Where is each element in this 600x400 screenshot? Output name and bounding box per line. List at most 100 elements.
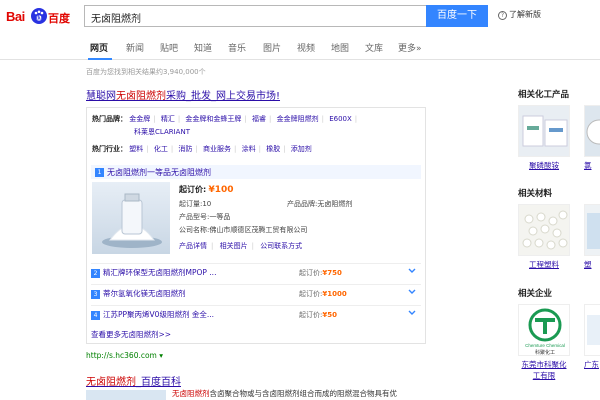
result-title-hc360[interactable]: 慧聪网无卤阻燃剂采购_批发_网上交易市场! [86,87,280,102]
result-url-text: http://s.hc360.com [86,351,157,360]
news-link-label: 了解新版 [509,10,541,19]
brand-link[interactable]: 科莱恩CLARIANT [134,128,190,136]
brand-link[interactable]: 福睿 [252,115,266,123]
product-model: 产品型号:一等品 [179,213,231,221]
industry-link[interactable]: 橡胶 [266,145,280,153]
tab-zhidao[interactable]: 知道 [194,41,212,54]
result-card-hc360: 热门品牌： 金金牌 | 精汇 | 金金牌和金蜂王牌 | 福睿 | 金金牌阻燃剂 | E60… [86,107,426,344]
nav-tabs: 网页 新闻 贴吧 知道 音乐 图片 视频 地图 文库 更多» [0,34,600,60]
powder-bottle-illustration [102,193,162,248]
industry-link[interactable]: 涂料 [242,145,256,153]
title-post: _百度百科 [136,377,181,388]
product-thumbnail [584,204,600,256]
title-post: 采购_批发_网上交易市场! [166,91,281,102]
featured-links: 产品详情 | 相关图片 | 公司联系方式 [179,242,303,250]
product-thumbnail [518,204,570,256]
search-input[interactable]: 无卤阻燃剂 [84,5,426,27]
list-price-label: 起订价: [299,311,323,319]
sidebar-heading-companies: 相关企业 [518,289,553,299]
tab-tieba[interactable]: 贴吧 [160,41,178,54]
sidebar-card[interactable]: 聚磷酸铵 [518,105,570,171]
help-icon: ? [498,11,507,20]
price-value: ¥100 [208,185,234,195]
product-detail-link[interactable]: 产品详情 [179,242,207,250]
list-price: ¥750 [322,269,342,277]
sidebar-card-caption: 塑 [584,260,592,269]
sidebar-card[interactable]: Chemture Chemical 科聚化工 东莞市科聚化工有限 [518,304,570,381]
company-contact-link[interactable]: 公司联系方式 [260,242,302,250]
company-logo: Chemture Chemical 科聚化工 [518,304,570,356]
sidebar-card-caption: 氯 [584,161,592,170]
company-name: 公司名称:佛山市顺德区茂腾工贸有限公司 [179,226,308,234]
sidebar-card[interactable]: 塑 [584,204,600,270]
tab-web[interactable]: 网页 [90,41,108,54]
result-url[interactable]: http://s.hc360.com ▾ [86,351,163,360]
featured-product-title[interactable]: 1 无卤阻燃剂一等品无卤阻燃剂 [95,167,211,178]
sidebar-card[interactable]: 广东 [584,304,600,370]
hot-brands-label: 热门品牌： [92,115,127,123]
list-item[interactable]: 4 江苏PP聚丙烯V0级阻燃剂 金全... 起订价:¥50 [91,305,421,321]
hot-brands-row-2: 科莱恩CLARIANT [134,127,190,137]
list-item[interactable]: 2 精汇牌环保型无卤阻燃剂MPOP ... 起订价:¥750 [91,263,421,279]
sidebar-card-caption: 东莞市科聚化工有限 [521,360,567,380]
rank-badge: 3 [91,289,100,299]
logo-text-cn: 百度 [48,12,70,25]
sidebar-card-caption: 广东 [584,360,599,369]
sidebar-card[interactable]: 工程塑料 [518,204,570,270]
active-tab-indicator [88,58,112,60]
tab-map[interactable]: 地图 [331,41,349,54]
result-title-baike[interactable]: 无卤阻燃剂_百度百科 [86,373,181,388]
list-price: ¥50 [322,311,337,319]
featured-title-text: 无卤阻燃剂一等品无卤阻燃剂 [107,168,211,177]
logo-text: Chemture Chemical [525,343,565,348]
list-item[interactable]: 3 蒂尔氢氧化镁无卤阻燃剂 起订价:¥1000 [91,284,421,300]
learn-new-version-link[interactable]: ? 了解新版 [498,9,541,20]
industry-link[interactable]: 添加剂 [291,145,312,153]
list-item-name: 蒂尔氢氧化镁无卤阻燃剂 [103,289,186,298]
header: Bai du 百度 无卤阻燃剂 百度一下 ? 了解新版 [0,0,600,34]
view-more-link[interactable]: 查看更多无卤阻燃剂>> [91,329,171,340]
tab-images[interactable]: 图片 [263,41,281,54]
rank-badge: 2 [91,268,100,278]
tab-music[interactable]: 音乐 [228,41,246,54]
brand-link[interactable]: E600X [329,115,352,123]
related-images-link[interactable]: 相关图片 [220,242,248,250]
baike-thumbnail[interactable] [86,390,166,400]
title-keyword: 无卤阻燃剂 [86,377,136,388]
featured-product-bar: 1 无卤阻燃剂一等品无卤阻燃剂 [91,165,421,179]
result-count: 百度为您找到相关结果约3,940,000个 [86,68,206,76]
list-price-label: 起订价: [299,290,323,298]
logo-text: Bai [6,9,25,24]
industry-link[interactable]: 化工 [154,145,168,153]
tab-wenku[interactable]: 文库 [365,41,383,54]
sidebar-card[interactable]: 氯 [584,105,600,171]
brand-link[interactable]: 金金牌和金蜂王牌 [185,115,241,123]
sidebar-heading-chem-products: 相关化工产品 [518,90,570,100]
svg-text:du: du [36,16,42,22]
title-keyword: 无卤阻燃剂 [116,91,166,102]
chevron-down-icon[interactable]: ▾ [159,351,163,360]
brand-link[interactable]: 精汇 [161,115,175,123]
paw-icon: du [31,8,47,24]
industry-link[interactable]: 塑料 [129,145,143,153]
product-image[interactable] [92,182,170,254]
brand-link[interactable]: 金金牌 [129,115,150,123]
moq: 起订量:10 [179,200,212,208]
product-thumbnail [584,105,600,157]
snippet-text: 含卤聚合物或与含卤阻燃剂组合而成的阻燃混合物具有优 [209,389,398,398]
product-brand: 产品品牌:无卤阻燃剂 [287,200,353,208]
search-button[interactable]: 百度一下 [426,5,488,27]
brand-link[interactable]: 金金牌阻燃剂 [277,115,319,123]
chevron-down-icon[interactable] [407,287,417,297]
tab-news[interactable]: 新闻 [126,41,144,54]
tab-video[interactable]: 视频 [297,41,315,54]
industry-link[interactable]: 消防 [178,145,192,153]
snippet-keyword: 无卤阻燃剂 [172,389,210,398]
chevron-down-icon[interactable] [407,308,417,318]
tab-more[interactable]: 更多» [398,41,422,54]
chevron-down-icon[interactable] [407,266,417,276]
baidu-logo[interactable]: Bai du 百度 [6,8,74,25]
price-label: 起订价: [179,185,207,194]
industry-link[interactable]: 商业服务 [203,145,231,153]
hot-industries-row: 热门行业： 塑料 | 化工 | 消防 | 商业服务 | 涂料 | 橡胶 | 添加剂 [92,145,312,153]
